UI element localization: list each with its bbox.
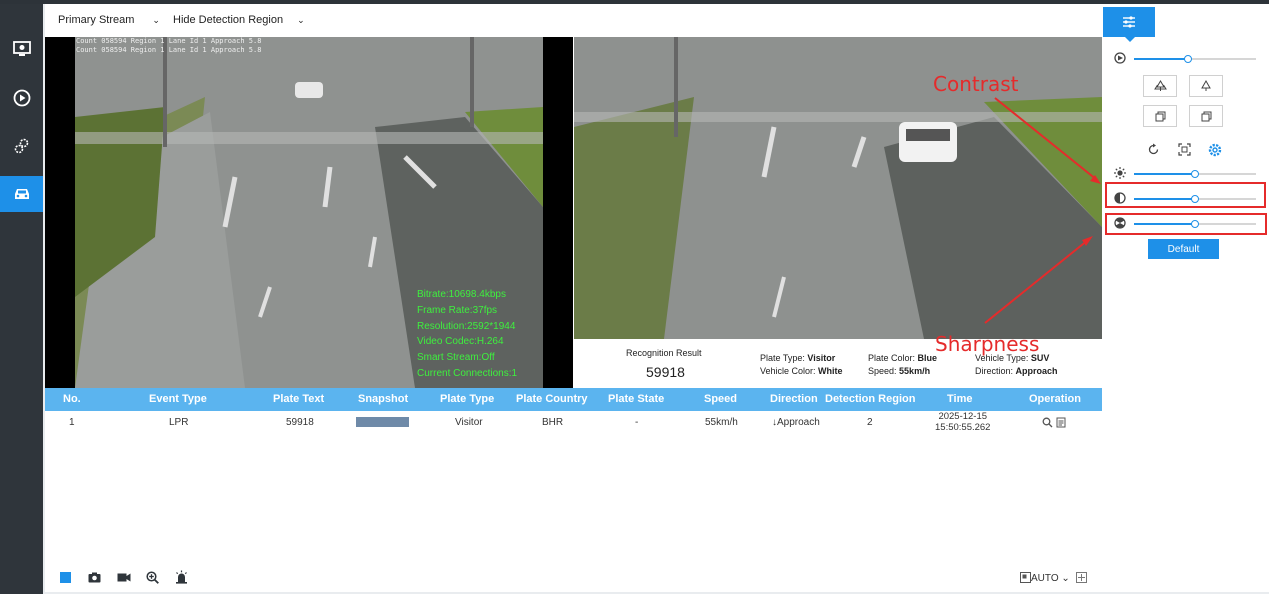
sharpness-arrow <box>984 239 1089 324</box>
sharpness-annotation: Sharpness <box>935 332 1040 356</box>
annotation-arrows <box>984 97 1101 324</box>
contrast-annotation: Contrast <box>933 72 1019 96</box>
contrast-arrow <box>994 97 1098 181</box>
